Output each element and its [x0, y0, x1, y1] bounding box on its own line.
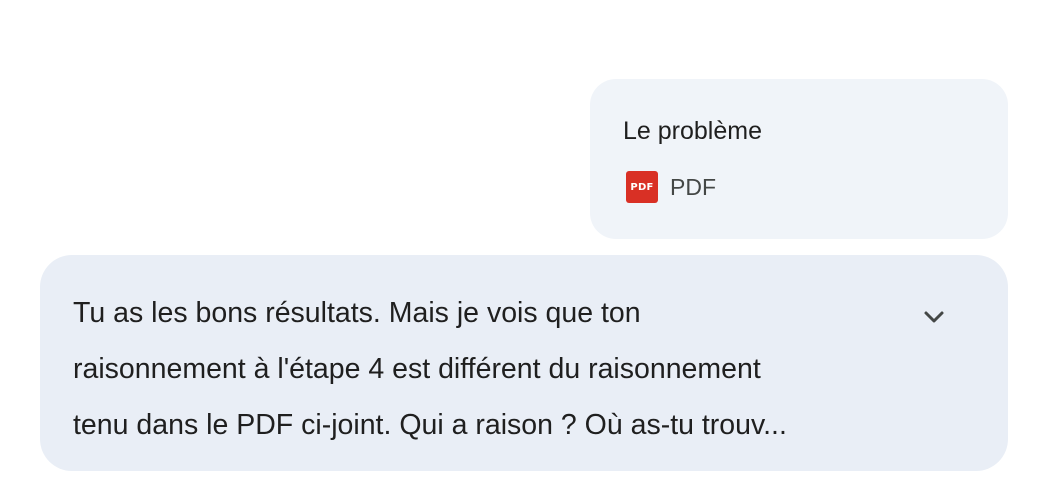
- chat-page: Le problème PDF PDF Tu as les bons résul…: [0, 0, 1046, 495]
- attachment-type-label: PDF: [670, 174, 716, 200]
- user-message-bubble: Tu as les bons résultats. Mais je vois q…: [40, 255, 1008, 471]
- message-line: Tu as les bons résultats. Mais je vois q…: [73, 297, 641, 329]
- attachment-title: Le problème: [623, 117, 762, 145]
- chevron-down-icon: [924, 311, 944, 323]
- pdf-file-icon: PDF: [626, 171, 658, 203]
- message-line: raisonnement à l'étape 4 est différent d…: [73, 353, 761, 385]
- user-message-text: Tu as les bons résultats. Mais je vois q…: [73, 285, 893, 453]
- expand-message-button[interactable]: [916, 299, 952, 335]
- message-line: tenu dans le PDF ci-joint. Qui a raison …: [73, 409, 787, 441]
- pdf-attachment-card[interactable]: Le problème PDF PDF: [590, 79, 1008, 239]
- attachment-type-row: PDF PDF: [626, 171, 716, 203]
- pdf-icon-text: PDF: [630, 181, 654, 193]
